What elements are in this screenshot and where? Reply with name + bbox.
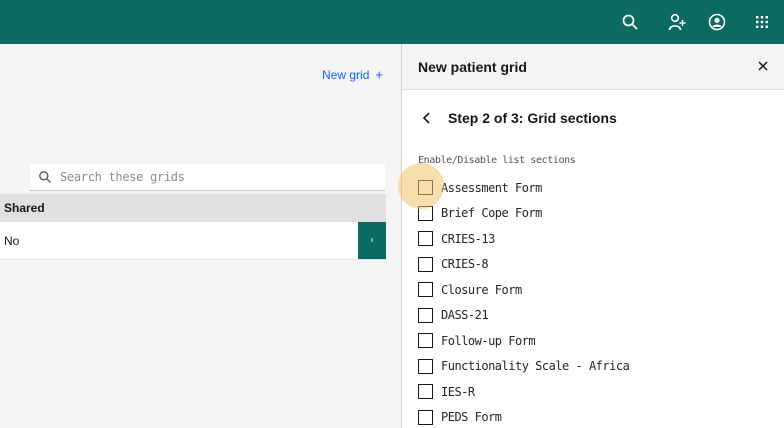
step-heading: Step 2 of 3: Grid sections	[422, 110, 617, 126]
checkbox-functionality-scale-africa[interactable]: Functionality Scale - Africa	[418, 354, 630, 380]
checkbox[interactable]	[418, 384, 433, 400]
checkbox-follow-up-form[interactable]: Follow-up Form	[418, 328, 629, 354]
sections-group-label: Enable/Disable list sections	[418, 155, 576, 166]
checkbox-label: Closure Form	[441, 282, 522, 297]
close-icon[interactable]	[755, 58, 771, 74]
checkbox-label: CRIES-13	[441, 231, 495, 246]
add-user-icon[interactable]	[666, 11, 688, 33]
checkbox-peds-form[interactable]: PEDS Form	[418, 405, 629, 428]
checkbox[interactable]	[418, 231, 433, 247]
checkbox-label: Assessment Form	[441, 180, 542, 195]
column-header-shared: Shared	[4, 201, 45, 215]
row-overflow-menu-button[interactable]	[358, 222, 386, 259]
checkbox-label: IES-R	[441, 384, 475, 399]
checkbox-label: DASS-21	[441, 308, 489, 323]
checkbox[interactable]	[418, 256, 433, 272]
checkbox-label: Functionality Scale - Africa	[441, 359, 630, 374]
checkbox[interactable]	[418, 409, 433, 425]
new-grid-label: New grid	[322, 67, 370, 82]
checkbox-cries-8[interactable]: CRIES-8	[418, 252, 629, 278]
top-bar	[0, 0, 784, 44]
grid-search-input[interactable]: Search these grids	[30, 164, 385, 191]
cell-shared: No	[4, 233, 20, 248]
checkbox-ies-r[interactable]: IES-R	[418, 379, 629, 405]
checkbox-assessment-form[interactable]: Assessment Form	[418, 175, 629, 201]
checkbox[interactable]	[418, 282, 433, 298]
step-label: Step 2 of 3: Grid sections	[448, 110, 617, 126]
checkbox-label: PEDS Form	[441, 410, 502, 425]
checkbox-closure-form[interactable]: Closure Form	[418, 277, 629, 303]
checkbox-dass-21[interactable]: DASS-21	[418, 303, 629, 329]
checkbox-label: Brief Cope Form	[441, 206, 542, 221]
checkbox[interactable]	[418, 358, 433, 374]
checkbox-cries-13[interactable]: CRIES-13	[418, 226, 629, 252]
panel-header: New patient grid	[402, 44, 784, 90]
checkbox[interactable]	[418, 307, 433, 323]
panel-title: New patient grid	[418, 58, 527, 75]
grid-list-pane: New grid + Search these grids Shared No	[0, 44, 401, 428]
table-header-shared[interactable]: Shared	[0, 194, 386, 222]
checkbox[interactable]	[418, 180, 433, 196]
section-checkbox-list: Assessment Form Brief Cope Form CRIES-13…	[418, 175, 630, 428]
user-avatar-icon[interactable]	[706, 11, 728, 33]
new-patient-grid-panel: New patient grid Step 2 of 3: Grid secti…	[401, 44, 784, 428]
search-icon	[39, 171, 51, 183]
search-placeholder: Search these grids	[60, 170, 185, 184]
app-switcher-icon[interactable]	[751, 11, 773, 33]
checkbox[interactable]	[418, 333, 433, 349]
checkbox-label: Follow-up Form	[441, 333, 536, 348]
checkbox-label: CRIES-8	[441, 257, 489, 272]
checkbox[interactable]	[418, 205, 433, 221]
chevron-left-icon[interactable]	[422, 111, 432, 125]
table-row[interactable]: No	[0, 222, 386, 260]
checkbox-brief-cope-form[interactable]: Brief Cope Form	[418, 201, 629, 227]
search-icon[interactable]	[619, 11, 641, 33]
new-grid-link[interactable]: New grid +	[322, 67, 383, 82]
plus-icon: +	[375, 67, 383, 82]
